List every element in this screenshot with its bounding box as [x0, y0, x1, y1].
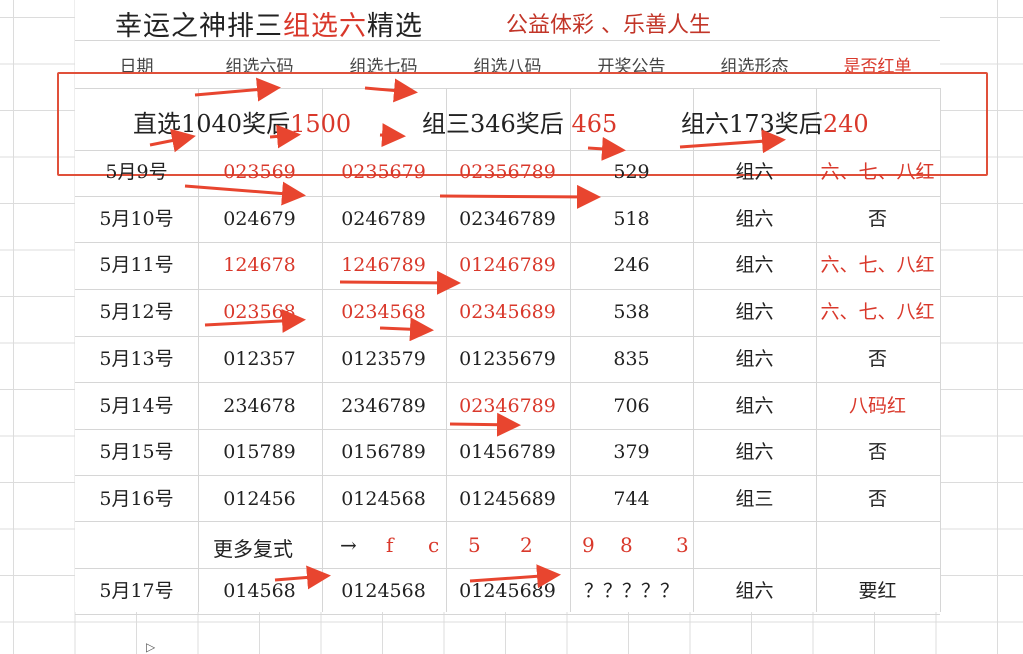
arrow: [379, 123, 406, 148]
arrow: [449, 412, 521, 437]
arrow: [269, 124, 301, 149]
arrow: [379, 317, 434, 342]
arrow: [274, 565, 331, 590]
arrow: [587, 136, 626, 161]
arrow: [439, 184, 601, 209]
arrow: [679, 129, 786, 154]
arrow: [184, 181, 306, 206]
arrow: [204, 308, 306, 333]
arrow: [149, 128, 196, 153]
annotation-arrows: [149, 77, 786, 590]
mouse-cursor-icon: ▷: [146, 640, 156, 654]
arrow: [194, 77, 281, 102]
arrow: [364, 78, 418, 103]
arrow: [339, 270, 461, 295]
arrow: [469, 564, 561, 589]
